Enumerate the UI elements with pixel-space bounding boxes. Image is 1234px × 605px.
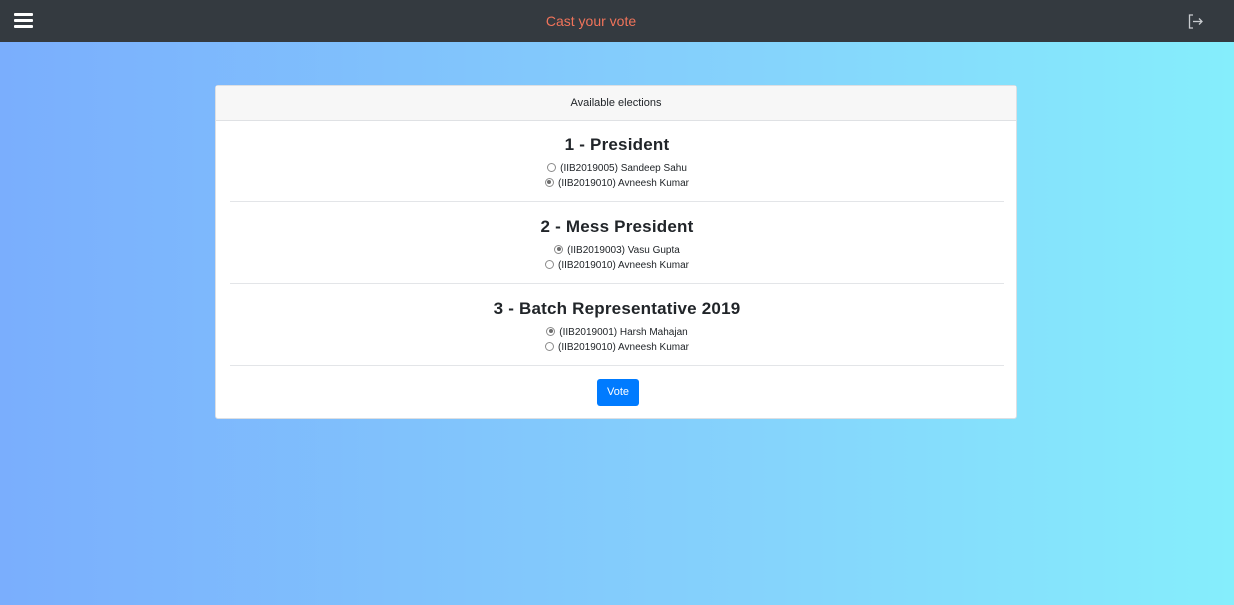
candidate-option[interactable]: (IIB2019010) Avneesh Kumar [230, 176, 1004, 191]
election-batch-representative: 3 - Batch Representative 2019 (IIB201900… [230, 285, 1004, 366]
candidate-option[interactable]: (IIB2019003) Vasu Gupta [230, 243, 1004, 258]
election-title: 2 - Mess President [540, 217, 694, 236]
radio-button[interactable] [544, 259, 554, 269]
candidate-option[interactable]: (IIB2019010) Avneesh Kumar [230, 340, 1004, 355]
radio-button[interactable] [544, 341, 554, 351]
candidate-label: (IIB2019001) Harsh Mahajan [559, 327, 688, 338]
vote-button[interactable]: Vote [597, 379, 639, 406]
candidate-label: (IIB2019010) Avneesh Kumar [557, 260, 689, 271]
page-title: Cast your vote [545, 13, 637, 29]
card-header: Available elections [216, 86, 1016, 121]
candidate-label: (IIB2019005) Sandeep Sahu [560, 163, 687, 174]
candidate-option[interactable]: (IIB2019001) Harsh Mahajan [230, 325, 1004, 340]
radio-button[interactable] [547, 162, 557, 172]
election-mess-president: 2 - Mess President (IIB2019003) Vasu Gup… [230, 203, 1004, 284]
candidate-label: (IIB2019010) Avneesh Kumar [557, 178, 689, 189]
election-president: 1 - President (IIB2019005) Sandeep Sahu … [230, 121, 1004, 202]
election-title: 3 - Batch Representative 2019 [493, 299, 741, 318]
candidate-label: (IIB2019010) Avneesh Kumar [557, 342, 689, 353]
radio-button[interactable] [554, 244, 564, 254]
radio-button[interactable] [544, 177, 554, 187]
top-navbar: Cast your vote [0, 0, 1234, 42]
elections-card: Available elections 1 - President (IIB20… [215, 85, 1017, 419]
radio-button[interactable] [546, 326, 556, 336]
logout-icon[interactable] [1186, 12, 1205, 31]
election-title: 1 - President [564, 135, 670, 154]
candidate-label: (IIB2019003) Vasu Gupta [567, 245, 680, 256]
candidate-option[interactable]: (IIB2019005) Sandeep Sahu [230, 161, 1004, 176]
candidate-option[interactable]: (IIB2019010) Avneesh Kumar [230, 258, 1004, 273]
